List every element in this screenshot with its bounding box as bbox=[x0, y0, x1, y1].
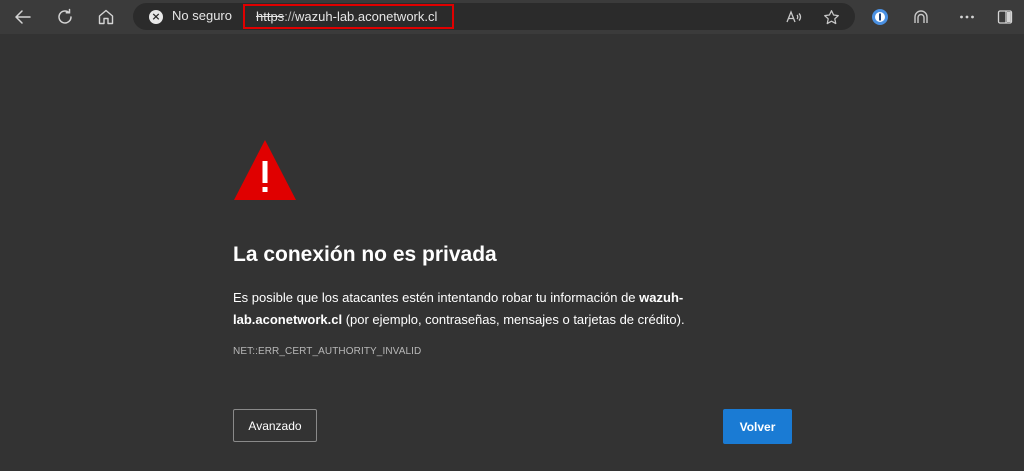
page-title: La conexión no es privada bbox=[233, 243, 497, 266]
error-page: La conexión no es privada Es posible que… bbox=[233, 0, 793, 471]
security-label[interactable]: No seguro bbox=[172, 8, 232, 23]
sidebar-icon bbox=[997, 10, 1013, 24]
back-to-safety-button[interactable]: Volver bbox=[723, 409, 792, 444]
more-button[interactable] bbox=[953, 3, 981, 31]
description-prefix: Es posible que los atacantes estén inten… bbox=[233, 290, 640, 305]
arch-icon bbox=[914, 10, 928, 23]
circle-badge-icon bbox=[872, 9, 888, 25]
warning-triangle-icon bbox=[234, 140, 296, 200]
x-circle-icon[interactable]: × bbox=[149, 10, 163, 24]
ellipsis-icon bbox=[960, 15, 974, 19]
error-description: Es posible que los atacantes estén inten… bbox=[233, 287, 703, 331]
description-suffix: (por ejemplo, contraseñas, mensajes o ta… bbox=[342, 312, 685, 327]
refresh-icon bbox=[58, 8, 72, 24]
home-icon bbox=[98, 9, 114, 25]
advanced-button[interactable]: Avanzado bbox=[233, 409, 317, 442]
copilot-button[interactable] bbox=[907, 3, 935, 31]
password-manager-button[interactable] bbox=[866, 3, 894, 31]
star-icon[interactable] bbox=[821, 7, 841, 27]
sidebar-button[interactable] bbox=[991, 3, 1019, 31]
refresh-button[interactable] bbox=[51, 3, 79, 31]
back-button[interactable] bbox=[9, 3, 37, 31]
arrow-left-icon bbox=[15, 10, 31, 24]
home-button[interactable] bbox=[92, 3, 120, 31]
error-code: NET::ERR_CERT_AUTHORITY_INVALID bbox=[233, 346, 422, 357]
